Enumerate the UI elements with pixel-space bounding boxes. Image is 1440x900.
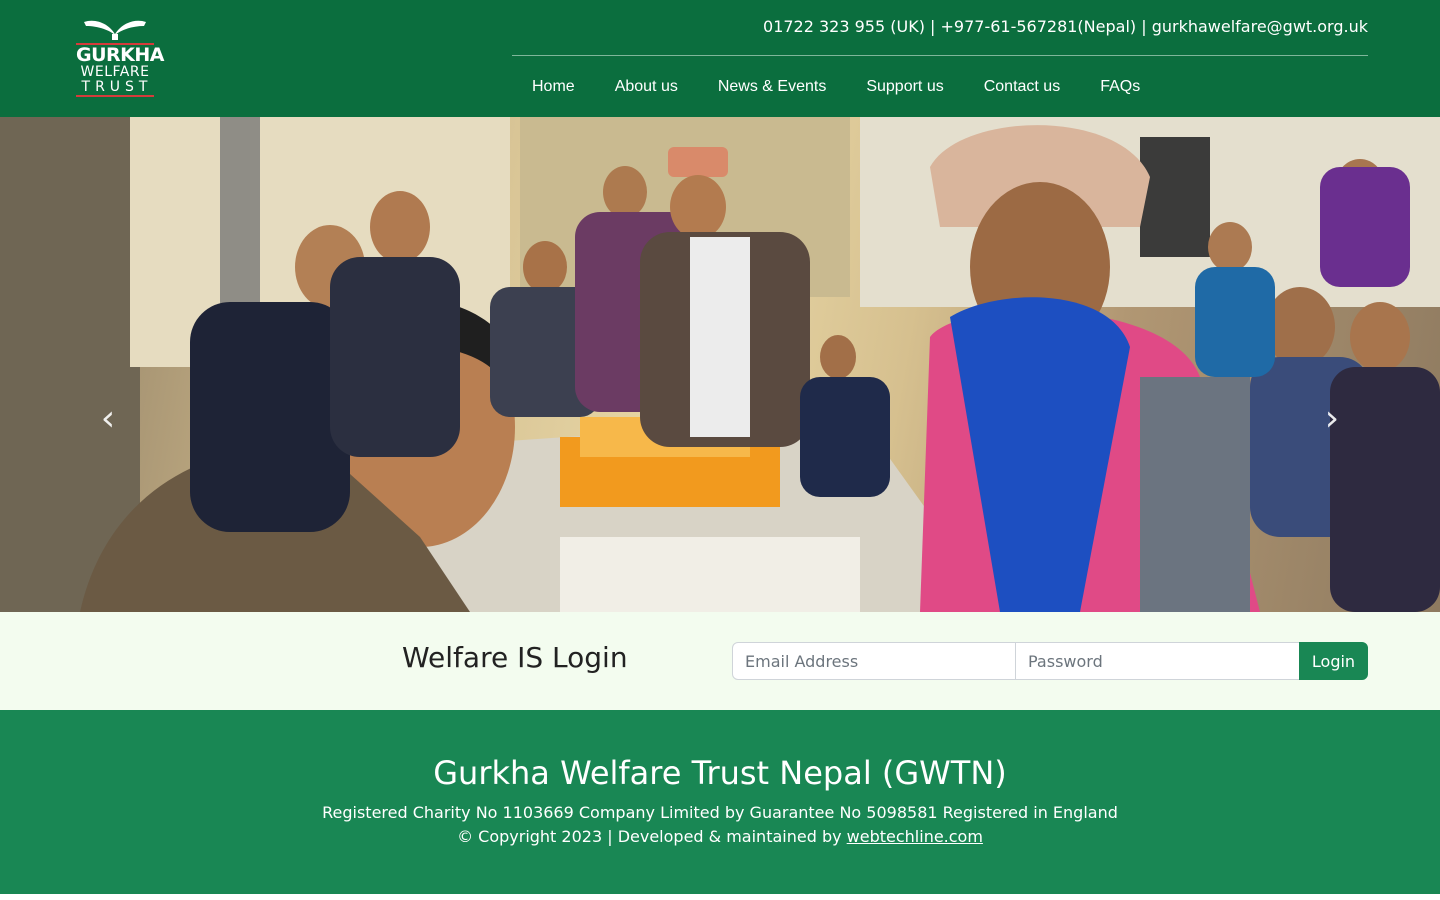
main-nav: Home About us News & Events Support us C… — [512, 77, 1160, 97]
login-button[interactable]: Login — [1299, 642, 1368, 680]
header-divider — [512, 55, 1368, 56]
nav-faqs[interactable]: FAQs — [1080, 77, 1160, 97]
footer-org-name: Gurkha Welfare Trust Nepal (GWTN) — [433, 754, 1007, 792]
footer-copyright: © Copyright 2023 | Developed & maintaine… — [0, 827, 1440, 846]
chevron-right-icon: › — [1324, 398, 1340, 439]
email-input[interactable] — [732, 642, 1016, 680]
nav-home[interactable]: Home — [512, 77, 595, 97]
login-title: Welfare IS Login — [402, 641, 628, 674]
nav-about-us[interactable]: About us — [595, 77, 698, 97]
chevron-left-icon: ‹ — [100, 398, 116, 439]
footer-registration: Registered Charity No 1103669 Company Li… — [322, 803, 1118, 822]
carousel-prev-button[interactable]: ‹ — [88, 399, 128, 439]
site-header: GURKHA WELFARE TRUST 01722 323 955 (UK) … — [0, 0, 1440, 117]
hero-photo — [0, 117, 1440, 612]
crossed-kukri-icon — [84, 20, 146, 40]
developer-link[interactable]: webtechline.com — [847, 827, 983, 846]
hero-carousel: ‹ › — [0, 117, 1440, 612]
copyright-text: © Copyright 2023 | Developed & maintaine… — [457, 827, 847, 846]
site-footer: Gurkha Welfare Trust Nepal (GWTN) Regist… — [0, 710, 1440, 894]
carousel-next-button[interactable]: › — [1312, 399, 1352, 439]
welfare-login-section: Welfare IS Login Login — [0, 612, 1440, 710]
gurkha-welfare-trust-logo[interactable]: GURKHA WELFARE TRUST — [76, 16, 164, 98]
logo-text-welfare: WELFARE — [80, 64, 150, 80]
logo-red-line-bottom — [76, 95, 154, 97]
nav-support-us[interactable]: Support us — [846, 77, 963, 97]
password-input[interactable] — [1015, 642, 1300, 680]
nav-news-events[interactable]: News & Events — [698, 77, 846, 97]
logo-text-gurkha: GURKHA — [76, 44, 164, 66]
contact-info: 01722 323 955 (UK) | +977-61-567281(Nepa… — [763, 17, 1368, 36]
nav-contact-us[interactable]: Contact us — [964, 77, 1080, 97]
logo-text-trust: TRUST — [81, 79, 153, 95]
